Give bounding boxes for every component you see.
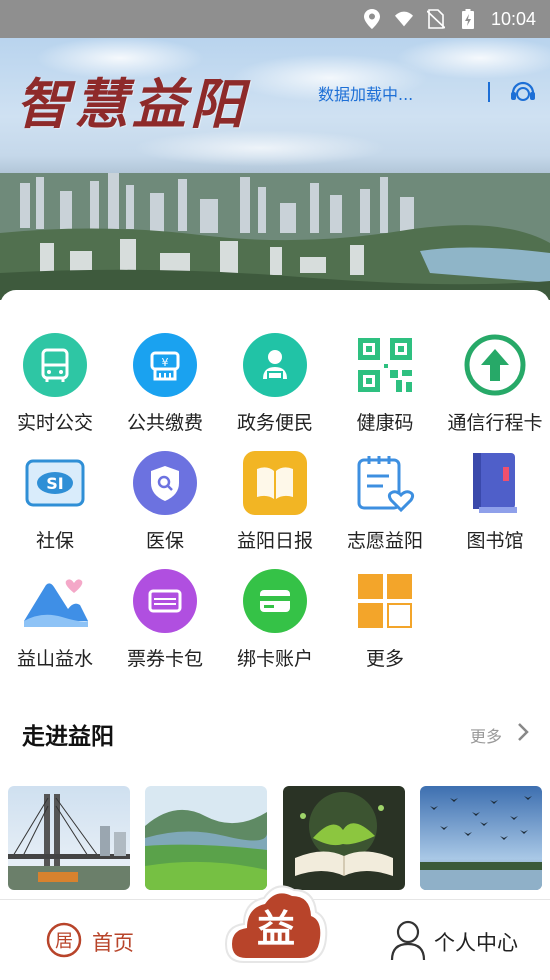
bank-card-icon xyxy=(242,568,308,634)
location-icon xyxy=(363,9,381,29)
loading-text: 数据加载中... xyxy=(318,85,414,104)
section-title: 走进益阳 xyxy=(22,724,114,750)
service-medical-insurance[interactable]: 医保 xyxy=(110,450,220,560)
service-label: 图书馆 xyxy=(466,530,524,552)
service-label: 益阳日报 xyxy=(236,530,313,552)
section-header: 走进益阳 更多 xyxy=(22,713,532,753)
bus-icon xyxy=(22,332,88,398)
mountain-water-icon xyxy=(22,568,88,634)
svg-text:居: 居 xyxy=(55,931,73,952)
service-itinerary-card[interactable]: 通信行程卡 xyxy=(440,332,550,442)
service-bind-account[interactable]: 绑卡账户 xyxy=(220,568,330,678)
medical-insurance-icon xyxy=(132,450,198,516)
library-book-icon xyxy=(462,450,528,516)
customer-service-icon[interactable] xyxy=(508,78,538,106)
service-government[interactable]: 政务便民 xyxy=(220,332,330,442)
app-logo: 智慧益阳 xyxy=(16,72,248,136)
service-realtime-bus[interactable]: 实时公交 xyxy=(0,332,110,442)
service-label: 公共缴费 xyxy=(126,412,203,434)
status-time: 10:04 xyxy=(490,8,536,29)
svg-text:SI: SI xyxy=(46,474,63,493)
nav-home[interactable]: 居 首页 xyxy=(46,922,134,962)
svg-text:¥: ¥ xyxy=(162,356,169,369)
payment-icon: ¥ xyxy=(132,332,198,398)
bottom-nav: 居 首页 益 个人中心 xyxy=(0,885,550,980)
bridge-photo[interactable] xyxy=(8,786,130,890)
social-security-icon: SI xyxy=(22,450,88,516)
service-volunteer[interactable]: 志愿益阳 xyxy=(330,450,440,560)
service-label: 社保 xyxy=(35,530,74,552)
home-icon: 居 xyxy=(46,922,82,962)
service-label: 政务便民 xyxy=(236,412,313,434)
service-label: 通信行程卡 xyxy=(447,412,543,434)
more-grid-icon xyxy=(352,568,418,634)
nav-profile-label: 个人中心 xyxy=(434,931,518,955)
user-icon xyxy=(390,920,426,964)
newspaper-icon xyxy=(242,450,308,516)
service-label: 志愿益阳 xyxy=(346,530,423,552)
volunteer-icon xyxy=(352,450,418,516)
arrow-up-circle-icon xyxy=(462,332,528,398)
service-more[interactable]: 更多 xyxy=(330,568,440,678)
service-label: 健康码 xyxy=(356,412,414,434)
header-divider xyxy=(488,82,490,102)
service-label: 益山益水 xyxy=(16,648,93,670)
government-service-icon xyxy=(242,332,308,398)
battery-charging-icon xyxy=(459,9,477,29)
service-label: 实时公交 xyxy=(16,412,93,434)
lake-mountain-photo[interactable] xyxy=(145,786,267,890)
open-book-photo[interactable] xyxy=(283,786,405,890)
city-skyline xyxy=(0,173,550,300)
services-card: 实时公交 ¥ 公共缴费 政务便民 健康码 通信行程卡 SI 社保 医保 益阳日报… xyxy=(0,290,550,910)
service-health-code[interactable]: 健康码 xyxy=(330,332,440,442)
birds-wetland-photo[interactable] xyxy=(420,786,542,890)
nav-center-button[interactable]: 益 xyxy=(222,876,330,972)
service-label: 更多 xyxy=(365,648,404,670)
city-banner: 智慧益阳 数据加载中... xyxy=(0,38,550,300)
wifi-icon xyxy=(394,10,413,28)
service-yiyang-daily[interactable]: 益阳日报 xyxy=(220,450,330,560)
service-public-payment[interactable]: ¥ 公共缴费 xyxy=(110,332,220,442)
service-label: 医保 xyxy=(145,530,184,552)
service-ticket-wallet[interactable]: 票券卡包 xyxy=(110,568,220,678)
service-mountain-water[interactable]: 益山益水 xyxy=(0,568,110,678)
nav-home-label: 首页 xyxy=(92,931,134,955)
service-library[interactable]: 图书馆 xyxy=(440,450,550,560)
status-bar: 10:04 xyxy=(0,0,550,38)
chevron-right-icon[interactable] xyxy=(514,721,532,743)
section-more-link[interactable]: 更多 xyxy=(470,723,502,747)
service-label: 绑卡账户 xyxy=(236,648,313,670)
ticket-card-icon xyxy=(132,568,198,634)
qr-code-icon xyxy=(352,332,418,398)
nav-center-label: 益 xyxy=(256,906,295,951)
thumbnail-strip xyxy=(8,786,544,890)
nav-profile[interactable]: 个人中心 xyxy=(390,920,518,964)
service-label: 票券卡包 xyxy=(126,648,203,670)
no-sim-icon xyxy=(426,9,445,29)
service-social-security[interactable]: SI 社保 xyxy=(0,450,110,560)
